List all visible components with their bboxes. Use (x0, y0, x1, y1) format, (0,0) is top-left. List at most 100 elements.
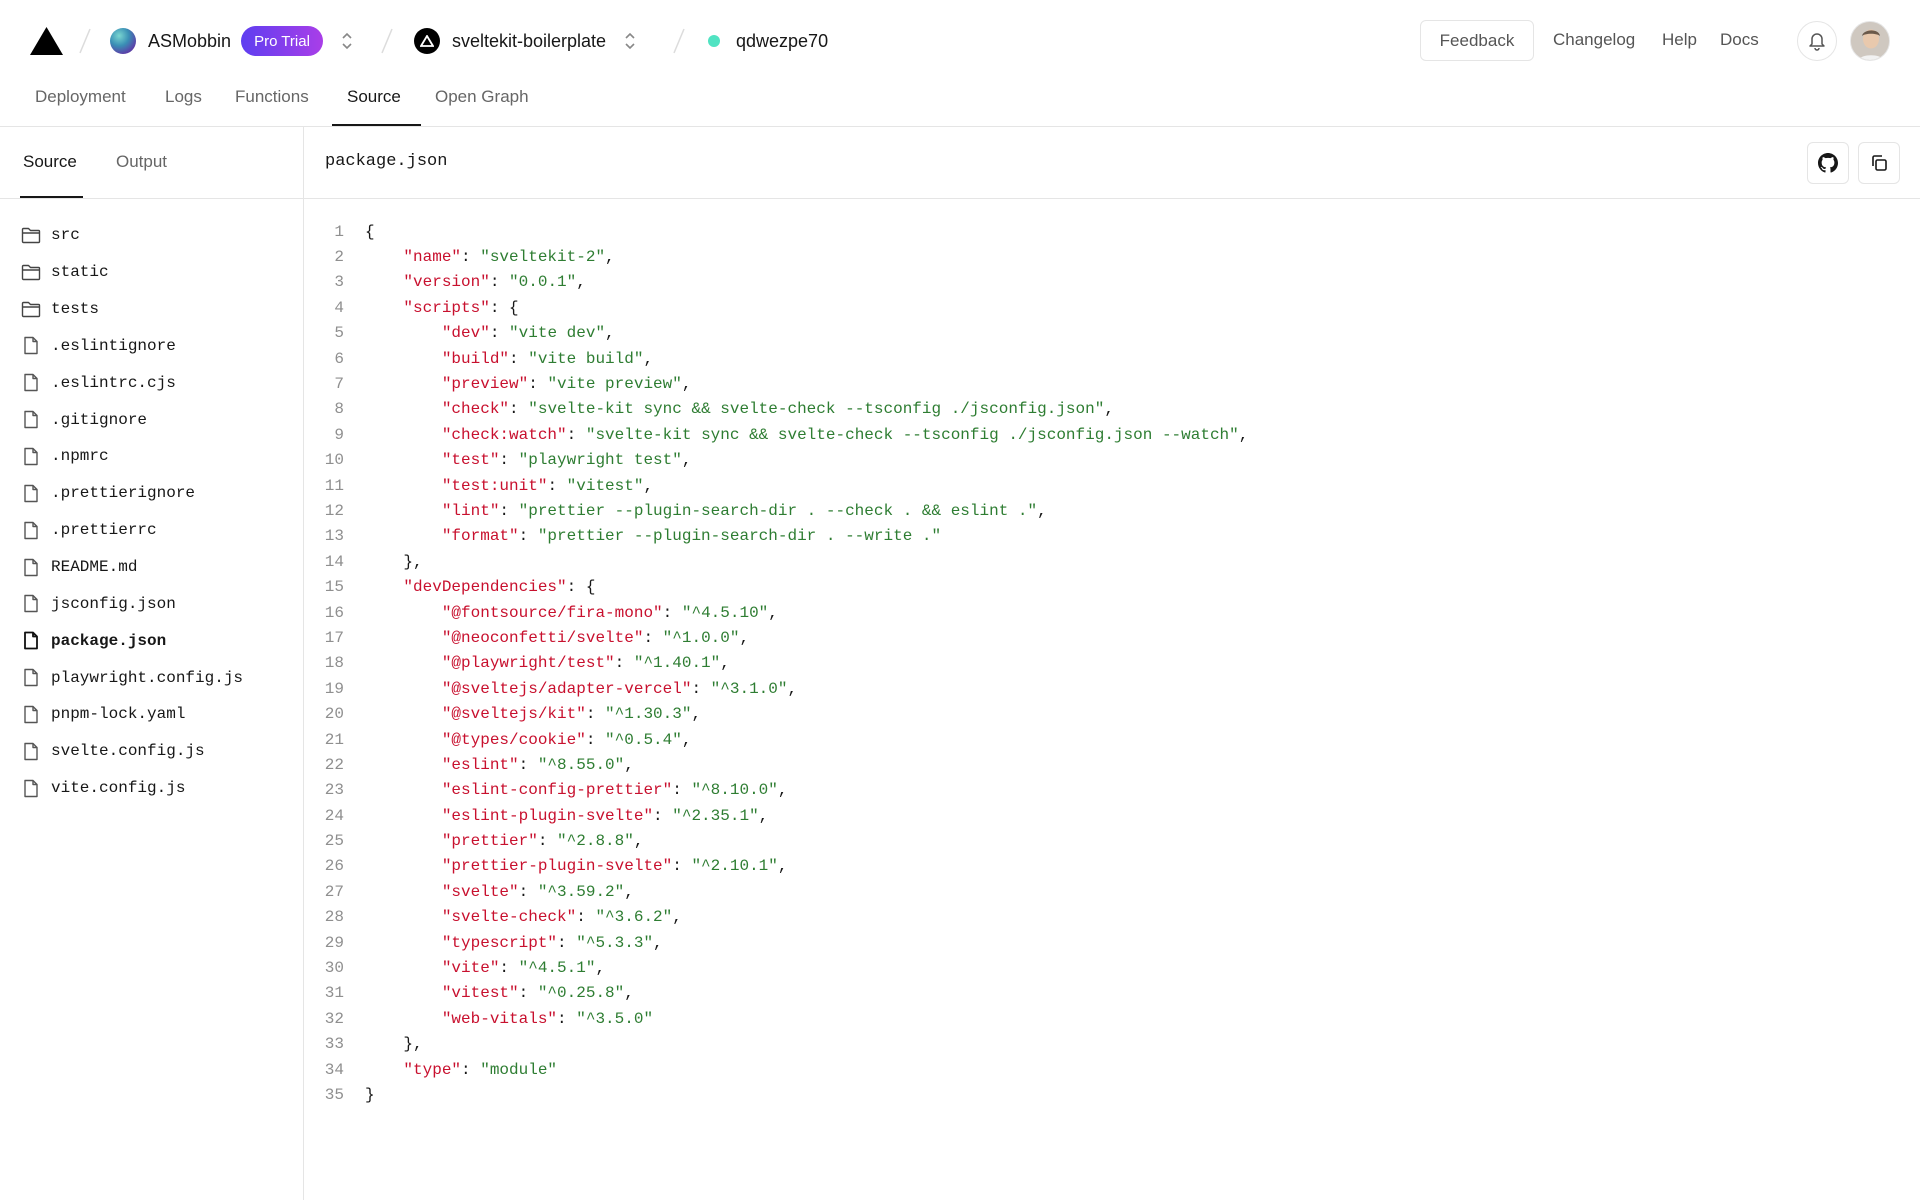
user-avatar[interactable] (1850, 21, 1890, 61)
file-name: README.md (51, 558, 138, 577)
code-line: 28 "svelte-check": "^3.6.2", (304, 905, 1920, 930)
line-number: 25 (324, 832, 344, 851)
chevron-up-down-icon[interactable] (620, 29, 640, 53)
code-line: 26 "prettier-plugin-svelte": "^2.10.1", (304, 854, 1920, 879)
file-item[interactable]: svelte.config.js (0, 733, 303, 770)
file-item[interactable]: vite.config.js (0, 770, 303, 807)
line-content: "devDependencies": { (403, 578, 596, 597)
breadcrumb-separator (673, 28, 685, 54)
chevron-up-down-icon[interactable] (337, 29, 357, 53)
file-icon (21, 483, 41, 503)
file-name: jsconfig.json (51, 594, 176, 613)
file-icon (21, 446, 41, 466)
plan-badge: Pro Trial (241, 26, 323, 56)
line-content: "type": "module" (403, 1060, 558, 1079)
tab-open-graph[interactable]: Open Graph (435, 87, 529, 107)
code-header: package.json (304, 127, 1920, 199)
subtab-source[interactable]: Source (23, 152, 77, 172)
copy-button[interactable] (1858, 142, 1900, 184)
file-name: tests (51, 300, 100, 319)
line-number: 2 (334, 248, 344, 267)
line-content: }, (365, 552, 423, 571)
file-item[interactable]: .prettierignore (0, 475, 303, 512)
line-number: 10 (324, 451, 344, 470)
team-avatar (110, 28, 136, 54)
file-item[interactable]: playwright.config.js (0, 659, 303, 696)
file-item[interactable]: jsconfig.json (0, 585, 303, 622)
file-icon (21, 557, 41, 577)
line-content: "typescript": "^5.3.3", (441, 933, 663, 952)
file-item[interactable]: pnpm-lock.yaml (0, 696, 303, 733)
code-line: 11 "test:unit": "vitest", (304, 473, 1920, 498)
line-number: 19 (324, 679, 344, 698)
code-line: 12 "lint": "prettier --plugin-search-dir… (304, 498, 1920, 523)
notifications-button[interactable] (1797, 21, 1837, 61)
line-content: "svelte-check": "^3.6.2", (441, 908, 682, 927)
breadcrumb-separator (381, 28, 393, 54)
github-icon (1818, 153, 1838, 173)
file-item[interactable]: .gitignore (0, 401, 303, 438)
current-filename: package.json (325, 152, 448, 171)
code-line: 10 "test": "playwright test", (304, 448, 1920, 473)
code-line: 5 "dev": "vite dev", (304, 321, 1920, 346)
line-number: 13 (324, 527, 344, 546)
view-on-github-button[interactable] (1807, 142, 1849, 184)
line-content: "vite": "^4.5.1", (441, 959, 606, 978)
line-number: 12 (324, 501, 344, 520)
line-content: "prettier": "^2.8.8", (441, 832, 644, 851)
file-item[interactable]: .npmrc (0, 438, 303, 475)
deployment-crumb[interactable]: qdwezpe70 (708, 26, 828, 56)
copy-icon (1872, 155, 1887, 171)
file-item[interactable]: package.json (0, 622, 303, 659)
line-content: "prettier-plugin-svelte": "^2.10.1", (441, 857, 788, 876)
code-line: 6 "build": "vite build", (304, 346, 1920, 371)
user-photo (1851, 22, 1889, 60)
folder-item[interactable]: tests (0, 291, 303, 328)
help-link[interactable]: Help (1662, 30, 1697, 50)
folder-icon (21, 225, 41, 245)
line-number: 34 (324, 1060, 344, 1079)
file-icon (21, 778, 41, 798)
status-dot (708, 35, 720, 47)
file-item[interactable]: .eslintignore (0, 328, 303, 365)
line-content: "web-vitals": "^3.5.0" (441, 1009, 654, 1028)
line-number: 18 (324, 654, 344, 673)
project-switcher[interactable]: sveltekit-boilerplate (414, 26, 640, 56)
deployment-tabs: Deployment Logs Functions Source Open Gr… (0, 82, 1920, 127)
code-line: 2 "name": "sveltekit-2", (304, 244, 1920, 269)
code-viewer: 1{2 "name": "sveltekit-2", 3 "version": "… (304, 219, 1920, 1108)
vercel-logo-icon[interactable] (30, 27, 63, 55)
line-content: "@sveltejs/kit": "^1.30.3", (441, 705, 702, 724)
file-name: .gitignore (51, 410, 148, 429)
line-number: 1 (334, 222, 344, 241)
tab-source[interactable]: Source (347, 87, 401, 107)
subtab-output[interactable]: Output (116, 152, 167, 172)
folder-item[interactable]: static (0, 254, 303, 291)
active-tab-indicator (332, 124, 421, 126)
changelog-link[interactable]: Changelog (1553, 30, 1635, 50)
line-number: 5 (334, 324, 344, 343)
line-content: "eslint-config-prettier": "^8.10.0", (441, 781, 788, 800)
line-number: 16 (324, 603, 344, 622)
tab-functions[interactable]: Functions (235, 87, 309, 107)
code-line: 21 "@types/cookie": "^0.5.4", (304, 727, 1920, 752)
code-line: 30 "vite": "^4.5.1", (304, 955, 1920, 980)
feedback-button[interactable]: Feedback (1420, 20, 1534, 61)
line-content: "scripts": { (403, 298, 519, 317)
line-content: "vitest": "^0.25.8", (441, 984, 634, 1003)
team-name: ASMobbin (148, 30, 232, 51)
line-number: 11 (324, 476, 344, 495)
folder-item[interactable]: src (0, 217, 303, 254)
line-content: "test:unit": "vitest", (441, 476, 654, 495)
team-switcher[interactable]: ASMobbin Pro Trial (110, 26, 357, 56)
file-item[interactable]: README.md (0, 549, 303, 586)
code-line: 9 "check:watch": "svelte-kit sync && sve… (304, 422, 1920, 447)
line-content: "dev": "vite dev", (441, 324, 615, 343)
tab-logs[interactable]: Logs (165, 87, 202, 107)
tab-deployment[interactable]: Deployment (35, 87, 126, 107)
code-line: 17 "@neoconfetti/svelte": "^1.0.0", (304, 625, 1920, 650)
file-item[interactable]: .prettierrc (0, 512, 303, 549)
file-icon (21, 520, 41, 540)
docs-link[interactable]: Docs (1720, 30, 1759, 50)
file-item[interactable]: .eslintrc.cjs (0, 364, 303, 401)
